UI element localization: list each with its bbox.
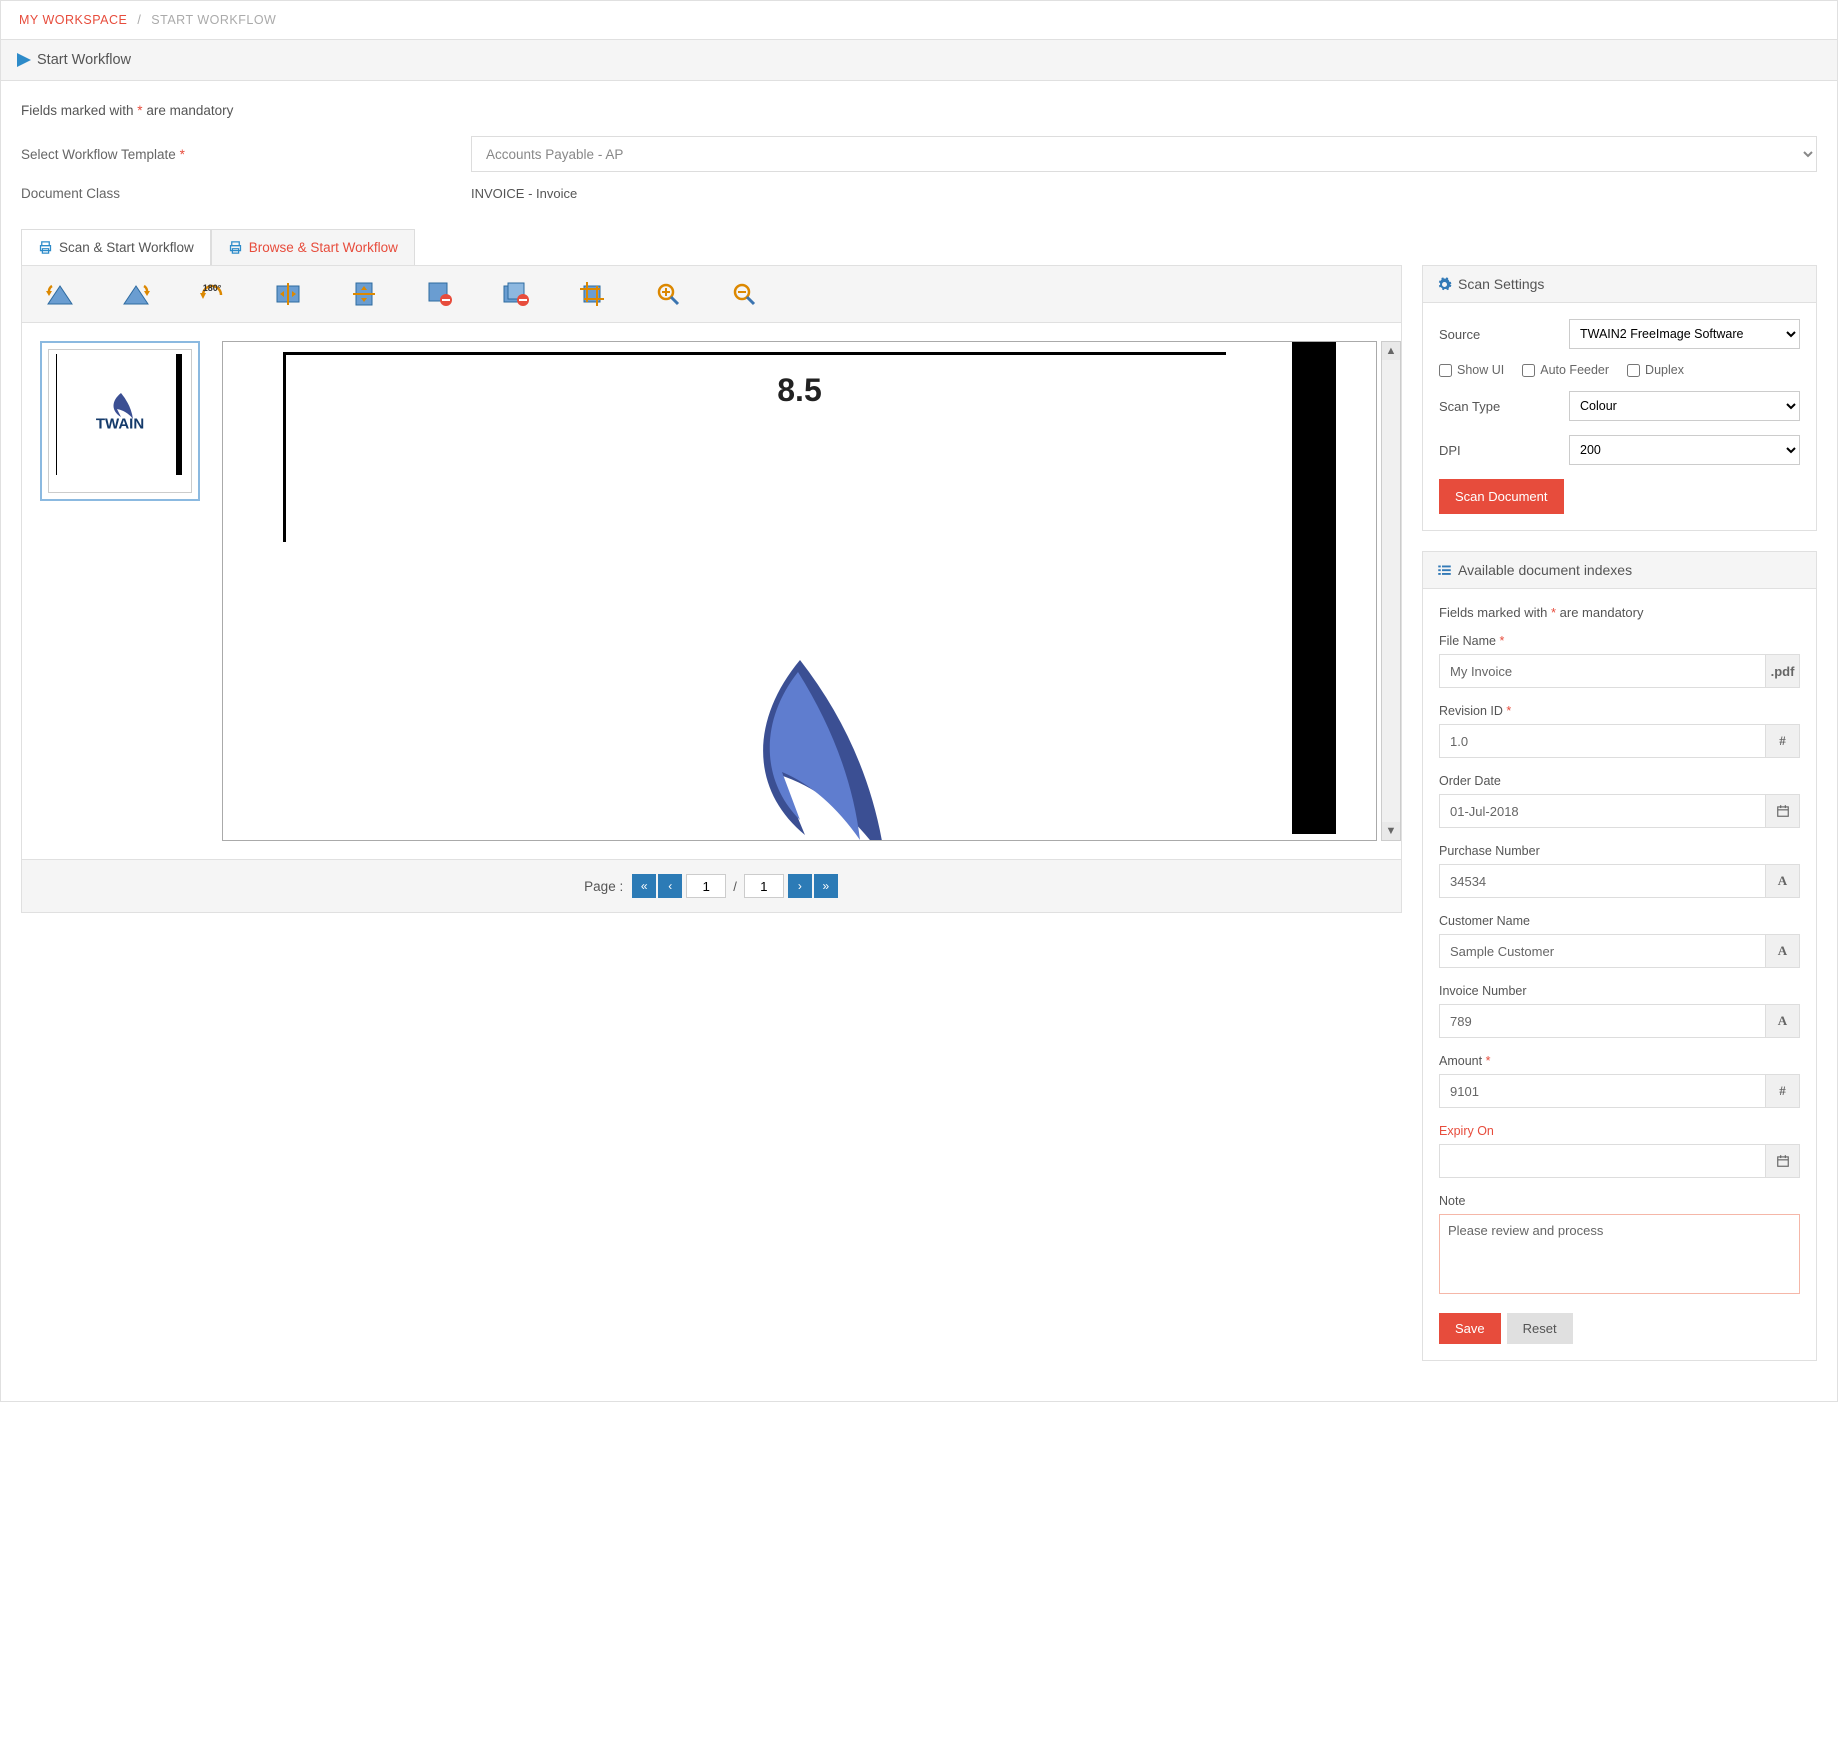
number-type-icon: # [1766, 724, 1800, 758]
workflow-template-select[interactable]: Accounts Payable - AP [471, 136, 1817, 172]
scan-document-button[interactable]: Scan Document [1439, 479, 1564, 514]
expiry-on-input[interactable] [1439, 1144, 1766, 1178]
pager-total [744, 874, 784, 898]
crop-icon[interactable] [574, 276, 610, 312]
remove-page-icon[interactable] [422, 276, 458, 312]
remove-all-icon[interactable] [498, 276, 534, 312]
page-title: Start Workflow [37, 52, 131, 68]
pager-last-icon[interactable]: » [814, 874, 838, 898]
text-type-icon: A [1766, 864, 1800, 898]
vertical-scrollbar[interactable]: ▲▼ [1381, 341, 1401, 841]
label-file-name: File Name * [1439, 634, 1800, 648]
text-type-icon: A [1766, 1004, 1800, 1038]
pager-first-icon[interactable]: « [632, 874, 656, 898]
number-type-icon: # [1766, 1074, 1800, 1108]
scan-settings-header: Scan Settings [1423, 266, 1816, 303]
label-document-class: Document Class [21, 186, 471, 201]
pager-current-input[interactable] [686, 874, 726, 898]
zoom-out-icon[interactable] [726, 276, 762, 312]
breadcrumb: MY WORKSPACE / START WORKFLOW [0, 0, 1838, 40]
rotate-right-icon[interactable] [118, 276, 154, 312]
purchase-number-input[interactable] [1439, 864, 1766, 898]
list-icon [1437, 563, 1452, 578]
breadcrumb-current: START WORKFLOW [151, 13, 276, 27]
label-customer-name: Customer Name [1439, 914, 1800, 928]
label-invoice-number: Invoice Number [1439, 984, 1800, 998]
mandatory-note: Fields marked with * are mandatory [21, 103, 1817, 118]
scan-settings-title: Scan Settings [1458, 276, 1544, 292]
print-icon [228, 240, 243, 255]
note-textarea[interactable] [1439, 1214, 1800, 1294]
label-expiry-on: Expiry On [1439, 1124, 1800, 1138]
tab-scan-label: Scan & Start Workflow [59, 240, 194, 255]
label-revision-id: Revision ID * [1439, 704, 1800, 718]
rotate-180-icon[interactable]: 180° [194, 276, 230, 312]
breadcrumb-home[interactable]: MY WORKSPACE [19, 13, 127, 27]
measure-label: 8.5 [777, 372, 821, 409]
gear-icon [1437, 277, 1452, 292]
indexes-header: Available document indexes [1423, 552, 1816, 589]
calendar-icon[interactable] [1766, 1144, 1800, 1178]
tab-browse-label: Browse & Start Workflow [249, 240, 398, 255]
label-source: Source [1439, 327, 1569, 342]
file-ext-badge: .pdf [1766, 654, 1800, 688]
thumb-label: TWAIN [96, 415, 144, 432]
tab-browse-start[interactable]: Browse & Start Workflow [211, 229, 415, 265]
label-order-date: Order Date [1439, 774, 1800, 788]
indexes-mandatory-note: Fields marked with * are mandatory [1439, 605, 1800, 620]
pager-label: Page : [584, 879, 623, 894]
cb-auto-feeder[interactable]: Auto Feeder [1522, 363, 1609, 377]
thumbnail-strip: TWAIN [22, 323, 222, 859]
flip-vertical-icon[interactable] [346, 276, 382, 312]
breadcrumb-sep: / [131, 13, 147, 27]
document-class-value: INVOICE - Invoice [471, 186, 1817, 201]
twain-logo-icon [670, 660, 930, 841]
calendar-icon[interactable] [1766, 794, 1800, 828]
label-note: Note [1439, 1194, 1800, 1208]
label-workflow-template: Select Workflow Template * [21, 147, 471, 162]
pager-sep: / [733, 879, 737, 894]
tab-scan-start[interactable]: Scan & Start Workflow [21, 229, 211, 265]
text-type-icon: A [1766, 934, 1800, 968]
reset-button[interactable]: Reset [1507, 1313, 1573, 1344]
document-canvas[interactable]: 8.5 [222, 341, 1377, 841]
customer-name-input[interactable] [1439, 934, 1766, 968]
cb-show-ui[interactable]: Show UI [1439, 363, 1504, 377]
rotate-left-icon[interactable] [42, 276, 78, 312]
flip-horizontal-icon[interactable] [270, 276, 306, 312]
print-icon [38, 240, 53, 255]
label-amount: Amount * [1439, 1054, 1800, 1068]
scan-type-select[interactable]: Colour [1569, 391, 1800, 421]
dpi-select[interactable]: 200 [1569, 435, 1800, 465]
invoice-number-input[interactable] [1439, 1004, 1766, 1038]
cb-duplex[interactable]: Duplex [1627, 363, 1684, 377]
pager-next-icon[interactable]: › [788, 874, 812, 898]
svg-text:180°: 180° [203, 283, 222, 293]
save-button[interactable]: Save [1439, 1313, 1501, 1344]
thumbnail-1[interactable]: TWAIN [40, 341, 200, 501]
label-dpi: DPI [1439, 443, 1569, 458]
pager-bar: Page : « ‹ / › » [21, 860, 1402, 913]
revision-id-input[interactable] [1439, 724, 1766, 758]
viewer-toolbar: 180° [21, 265, 1402, 323]
file-name-input[interactable] [1439, 654, 1766, 688]
label-scan-type: Scan Type [1439, 399, 1569, 414]
amount-input[interactable] [1439, 1074, 1766, 1108]
order-date-input[interactable] [1439, 794, 1766, 828]
play-icon [17, 53, 31, 67]
label-purchase-number: Purchase Number [1439, 844, 1800, 858]
panel-header-start-workflow: Start Workflow [1, 40, 1837, 81]
zoom-in-icon[interactable] [650, 276, 686, 312]
indexes-title: Available document indexes [1458, 562, 1632, 578]
pager-prev-icon[interactable]: ‹ [658, 874, 682, 898]
source-select[interactable]: TWAIN2 FreeImage Software [1569, 319, 1800, 349]
